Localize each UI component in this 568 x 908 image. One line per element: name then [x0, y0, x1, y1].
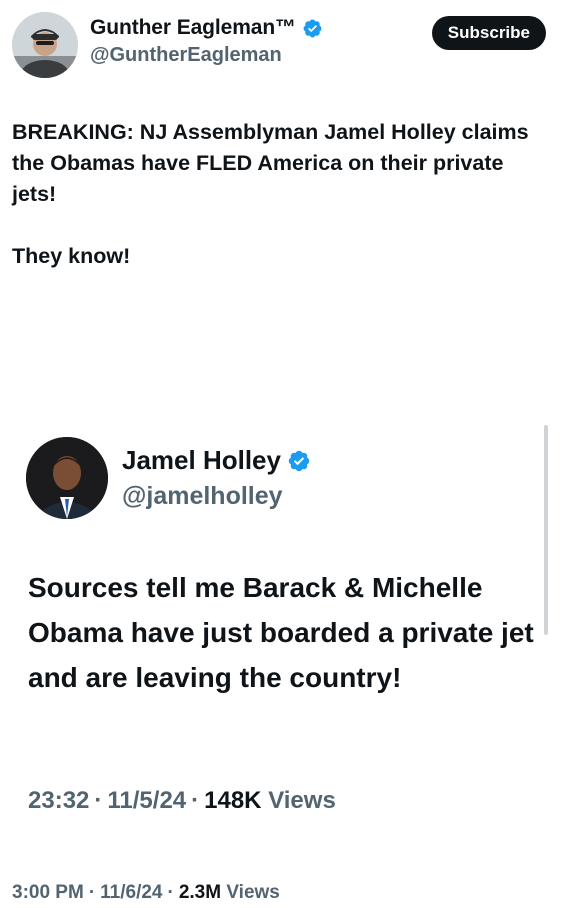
verified-badge-icon [303, 19, 322, 37]
post-header: Gunther Eagleman™ @GuntherEagleman Subsc… [12, 12, 556, 80]
post-views-count: 2.3M [178, 882, 222, 903]
subscribe-button[interactable]: Subscribe [431, 16, 546, 50]
embedded-post-image[interactable]: Jamel Holley @jamelholley Sources tell m… [0, 425, 568, 835]
verified-badge-icon [288, 450, 310, 471]
author-handle[interactable]: @GuntherEagleman [90, 44, 323, 67]
post-date[interactable]: 11/6/24 [100, 882, 162, 903]
embedded-post-date: 11/5/24 [107, 787, 187, 814]
post-views-label: Views [226, 882, 280, 903]
author-name[interactable]: Gunther Eagleman™ [90, 16, 296, 40]
embedded-post-views-count: 148K [204, 787, 262, 814]
post-time[interactable]: 3:00 PM [12, 882, 84, 903]
embedded-author-info: Jamel Holley @jamelholley [122, 445, 311, 511]
embedded-post-meta: 23:32 · 11/5/24 · 148K Views [28, 787, 336, 814]
embedded-post-views-label: Views [268, 787, 336, 814]
embedded-author-name-row: Jamel Holley [122, 445, 311, 476]
embedded-author-avatar [26, 437, 108, 519]
post-text-paragraph-2: They know! [12, 244, 131, 268]
embedded-author-handle: @jamelholley [122, 482, 283, 510]
post-meta: 3:00 PM · 11/6/24 · 2.3M Views [12, 882, 280, 903]
author-info: Gunther Eagleman™ @GuntherEagleman [90, 16, 323, 67]
avatar-image [12, 12, 78, 78]
embedded-author-name: Jamel Holley [122, 445, 281, 475]
post-text-paragraph-1: BREAKING: NJ Assemblyman Jamel Holley cl… [12, 120, 529, 206]
author-avatar[interactable] [12, 12, 78, 78]
embedded-post-text: Sources tell me Barack & Michelle Obama … [28, 572, 534, 693]
author-name-row: Gunther Eagleman™ [90, 16, 323, 40]
embedded-avatar-image [26, 437, 108, 519]
post-screenshot: Gunther Eagleman™ @GuntherEagleman Subsc… [0, 0, 568, 908]
post-text: BREAKING: NJ Assemblyman Jamel Holley cl… [12, 117, 552, 272]
embedded-post-time: 23:32 [28, 787, 90, 814]
